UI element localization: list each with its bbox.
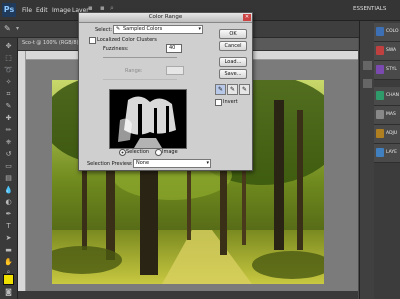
- status-bar: [18, 291, 358, 299]
- swatches-panel-icon: [376, 46, 384, 55]
- lasso-tool-icon[interactable]: ➰: [3, 66, 14, 75]
- masks-panel-icon: [376, 110, 384, 119]
- color-panel-icon: [376, 27, 384, 36]
- vertical-ruler: [18, 51, 26, 291]
- photoshop-logo: Ps: [2, 3, 16, 17]
- dialog-title: Color Range: [148, 14, 183, 20]
- selection-preview-dropdown[interactable]: None ▾: [133, 159, 211, 168]
- brush-tool-icon[interactable]: ✏: [3, 126, 14, 135]
- menu-file[interactable]: File: [22, 7, 32, 14]
- menu-edit[interactable]: Edit: [36, 7, 48, 14]
- gradient-tool-icon[interactable]: ▤: [3, 174, 14, 183]
- save-button[interactable]: Save...: [219, 69, 247, 79]
- range-slider: [103, 79, 177, 80]
- panel-swatches-label: SWA: [386, 48, 397, 53]
- select-dropdown-value: Sampled Colors: [123, 26, 163, 32]
- info-panel-icon[interactable]: [363, 79, 372, 88]
- panel-color[interactable]: COLO: [374, 23, 400, 42]
- select-dropdown[interactable]: ✎ Sampled Colors ▾: [113, 25, 203, 34]
- cancel-button[interactable]: Cancel: [219, 41, 247, 51]
- fuzziness-label: Fuzziness:: [103, 46, 129, 52]
- eyedropper-tool-icon[interactable]: ✎: [3, 102, 14, 111]
- panel-styles-label: STYL: [386, 67, 397, 72]
- document-tab-label: Sco-t @ 100% (RGB/8): [22, 40, 79, 46]
- panel-dock-strip: [359, 21, 375, 299]
- selection-radio-label: Selection: [126, 149, 150, 155]
- selection-preview-thumbnail[interactable]: [109, 89, 187, 149]
- quick-select-tool-icon[interactable]: ✧: [3, 78, 14, 87]
- panel-layers[interactable]: LAYE: [374, 144, 400, 163]
- panel-channels-label: CHAN: [386, 93, 399, 98]
- select-label: Select:: [95, 27, 113, 33]
- localized-color-clusters-checkbox[interactable]: [89, 37, 96, 44]
- panel-channels[interactable]: CHAN: [374, 87, 400, 106]
- healing-brush-tool-icon[interactable]: ✚: [3, 114, 14, 123]
- adjustments-panel-icon: [376, 129, 384, 138]
- invert-checkbox[interactable]: [215, 99, 222, 106]
- bridge-icon[interactable]: ▪: [88, 4, 93, 12]
- layers-panel-icon: [376, 148, 384, 157]
- add-to-sample-icon[interactable]: ✎: [227, 84, 238, 95]
- chevron-down-icon: ▾: [206, 160, 209, 166]
- history-panel-icon[interactable]: [363, 61, 372, 70]
- image-radio[interactable]: [155, 149, 162, 156]
- range-label: Range:: [125, 68, 143, 74]
- quick-mask-icon[interactable]: ◙: [3, 288, 14, 297]
- eyedropper-icon[interactable]: ✎: [4, 24, 11, 33]
- chevron-down-icon: ▾: [198, 26, 201, 32]
- marquee-tool-icon[interactable]: ⬚: [3, 54, 14, 63]
- foreground-color-swatch[interactable]: [3, 274, 14, 285]
- history-brush-tool-icon[interactable]: ↺: [3, 150, 14, 159]
- image-radio-label: Image: [162, 149, 178, 155]
- ok-button[interactable]: OK: [219, 29, 247, 39]
- color-range-dialog: Color Range ✕ Select: ✎ Sampled Colors ▾…: [78, 12, 253, 171]
- localized-color-clusters-label: Localized Color Clusters: [97, 37, 157, 43]
- path-select-tool-icon[interactable]: ➤: [3, 234, 14, 243]
- shape-tool-icon[interactable]: ▬: [3, 246, 14, 255]
- dodge-tool-icon[interactable]: ◐: [3, 198, 14, 207]
- selection-mask-art: [110, 90, 186, 148]
- dialog-titlebar[interactable]: Color Range ✕: [79, 13, 252, 23]
- panel-color-label: COLO: [386, 29, 399, 34]
- channels-panel-icon: [376, 91, 384, 100]
- styles-panel-icon: [376, 65, 384, 74]
- selection-preview-label: Selection Preview:: [87, 161, 133, 167]
- invert-label: Invert: [223, 99, 238, 105]
- panel-styles[interactable]: STYL: [374, 61, 400, 80]
- load-button[interactable]: Load...: [219, 57, 247, 67]
- move-tool-icon[interactable]: ✥: [3, 42, 14, 51]
- pen-tool-icon[interactable]: ✒: [3, 210, 14, 219]
- chevron-down-icon[interactable]: ▾: [16, 25, 19, 32]
- panel-masks[interactable]: MAS: [374, 106, 400, 125]
- eraser-tool-icon[interactable]: ▭: [3, 162, 14, 171]
- blur-tool-icon[interactable]: 💧: [3, 186, 14, 195]
- mini-bridge-icon[interactable]: ▪: [100, 4, 105, 12]
- panel-layers-label: LAYE: [386, 150, 397, 155]
- fuzziness-input[interactable]: 40: [166, 44, 182, 53]
- crop-tool-icon[interactable]: ⌗: [3, 90, 14, 99]
- selection-radio[interactable]: [119, 149, 126, 156]
- panel-swatches[interactable]: SWA: [374, 42, 400, 61]
- tools-panel: ✥ ⬚ ➰ ✧ ⌗ ✎ ✚ ✏ ⎈ ↺ ▭ ▤ 💧 ◐ ✒ T ➤ ▬ ✋ ⌕ …: [0, 38, 18, 299]
- eyedropper-tool-icon[interactable]: ✎: [215, 84, 226, 95]
- panel-adjustments[interactable]: ADJU: [374, 125, 400, 144]
- subtract-from-sample-icon[interactable]: ✎: [239, 84, 250, 95]
- close-icon[interactable]: ✕: [243, 14, 251, 21]
- menu-image[interactable]: Image: [52, 7, 71, 14]
- range-input: [166, 66, 184, 75]
- eyedropper-icon: ✎: [116, 26, 121, 32]
- clone-stamp-tool-icon[interactable]: ⎈: [3, 138, 14, 147]
- fuzziness-slider[interactable]: [103, 57, 177, 58]
- hand-tool-icon[interactable]: ✋: [3, 258, 14, 267]
- panel-adjustments-label: ADJU: [386, 131, 398, 136]
- workspace-switcher[interactable]: ESSENTIALS: [353, 6, 386, 12]
- type-tool-icon[interactable]: T: [3, 222, 14, 231]
- selection-preview-value: None: [136, 160, 150, 166]
- panels-column: COLO SWA STYL CHAN MAS ADJU LAYE: [374, 21, 400, 299]
- panel-masks-label: MAS: [386, 112, 396, 117]
